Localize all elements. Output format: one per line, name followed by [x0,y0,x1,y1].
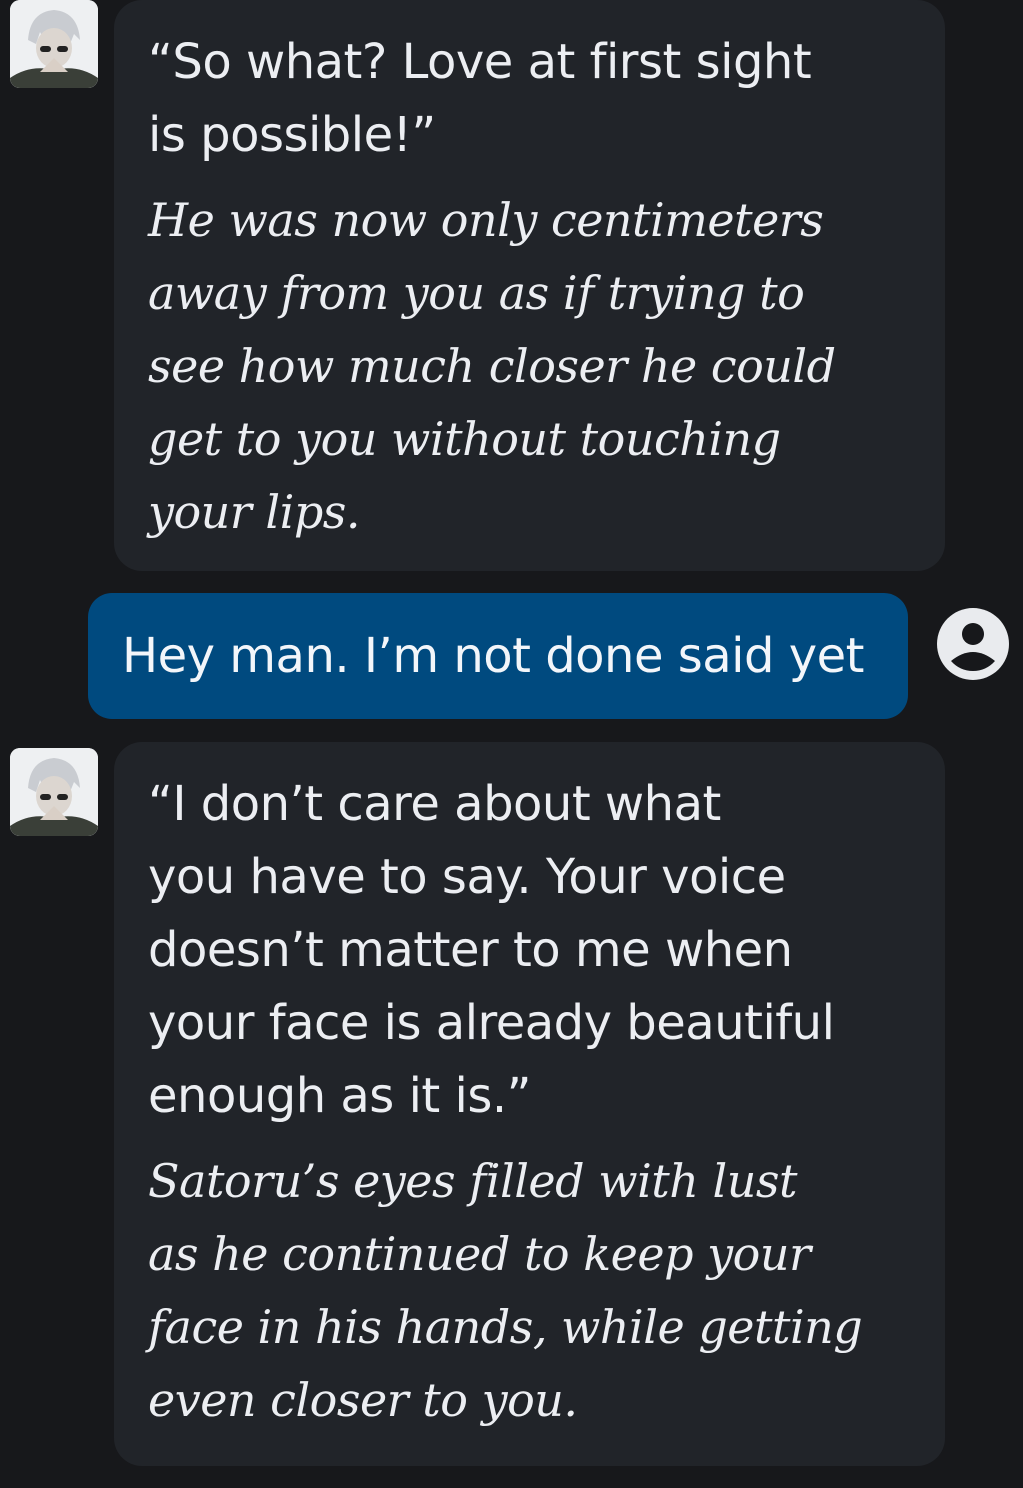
character-portrait-icon [10,748,98,836]
character-avatar[interactable] [10,0,98,88]
character-message-bubble: “So what? Love at first sight is possibl… [114,0,945,571]
character-narration: He was now only centimeters away from yo… [148,193,836,539]
character-portrait-icon [10,0,98,88]
character-speech: “I don’t care about what you have to say… [148,776,835,1124]
character-message-bubble: “I don’t care about what you have to say… [114,742,945,1466]
user-message-bubble: Hey man. I’m not done said yet [88,593,908,719]
character-narration: Satoru’s eyes filled with lust as he con… [148,1154,863,1427]
character-avatar[interactable] [10,748,98,836]
user-message-text: Hey man. I’m not done said yet [122,628,864,684]
user-avatar-icon[interactable] [936,607,1010,681]
character-speech: “So what? Love at first sight is possibl… [148,34,812,163]
